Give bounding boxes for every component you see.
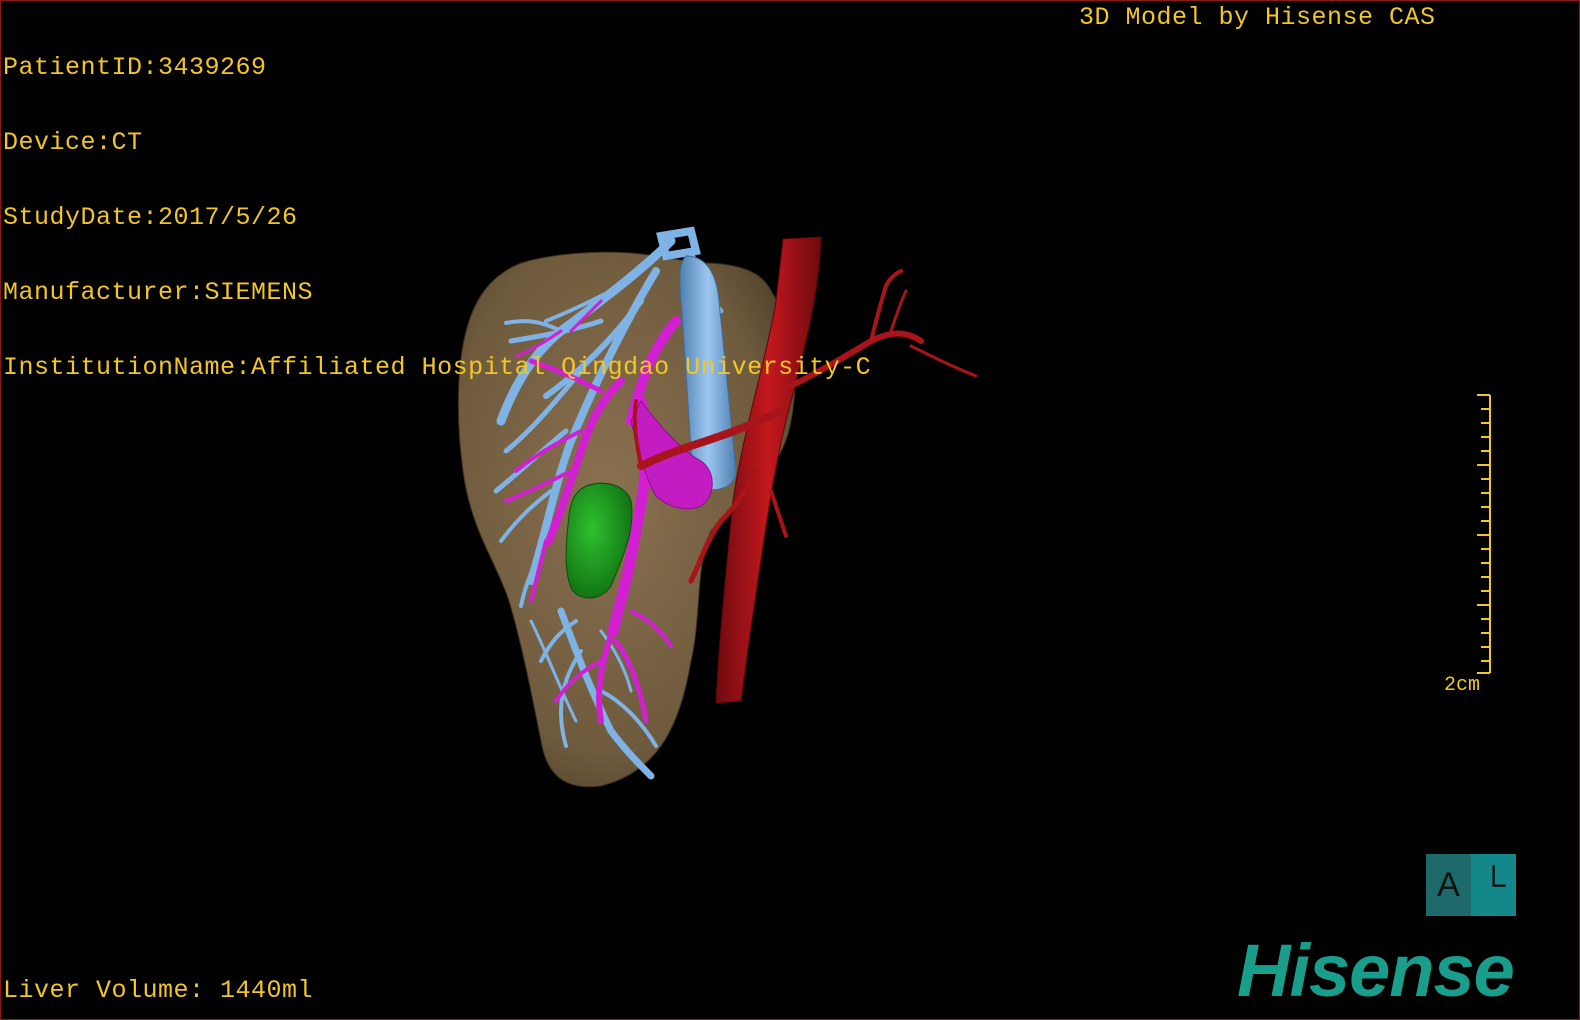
model-credit: 3D Model by Hisense CAS xyxy=(1079,3,1436,32)
hisense-logo: Hisense xyxy=(1237,929,1515,1012)
device: Device:CT xyxy=(3,128,143,157)
scale-label: 2cm xyxy=(1444,674,1481,697)
scale-bar xyxy=(1477,394,1491,674)
patient-id: PatientID:3439269 xyxy=(3,53,267,82)
orientation-cube[interactable]: A └ xyxy=(1426,854,1516,916)
liver-volume: Liver Volume: 1440ml xyxy=(3,976,314,1005)
manufacturer: Manufacturer:SIEMENS xyxy=(3,278,314,307)
study-info-panel: PatientID:3439269 Device:CT StudyDate:20… xyxy=(3,5,871,430)
study-date: StudyDate:2017/5/26 xyxy=(3,203,298,232)
institution-name: InstitutionName:Affiliated Hospital Qing… xyxy=(3,353,872,382)
orientation-side-face[interactable]: └ xyxy=(1471,854,1516,916)
orientation-anterior-face[interactable]: A xyxy=(1426,854,1471,916)
3d-viewport[interactable]: PatientID:3439269 Device:CT StudyDate:20… xyxy=(0,0,1580,1020)
